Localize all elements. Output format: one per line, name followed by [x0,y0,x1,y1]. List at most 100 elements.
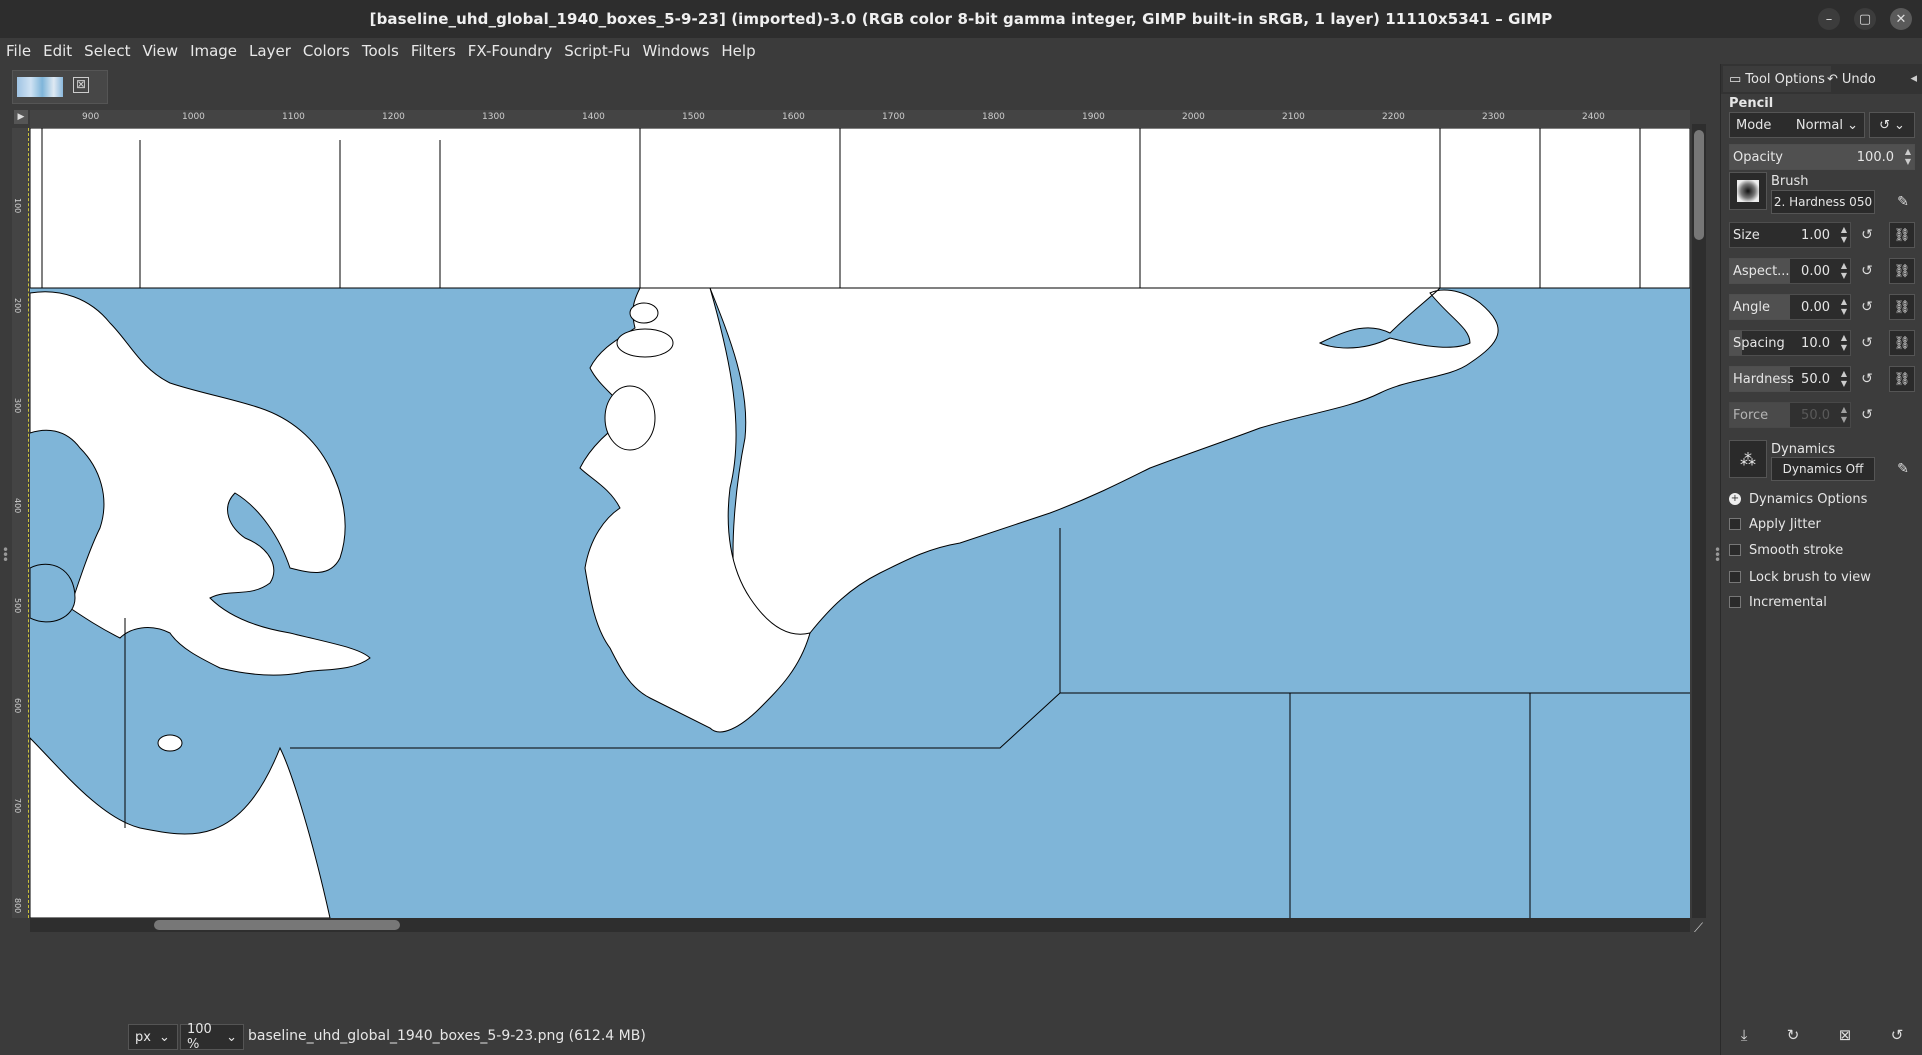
apply-jitter-label: Apply Jitter [1749,516,1821,532]
spin-arrows-icon[interactable]: ▲ ▼ [1905,147,1911,167]
spacing-slider[interactable]: Spacing 10.0 ▲ ▼ [1729,330,1851,356]
smooth-stroke-label: Smooth stroke [1749,542,1844,558]
reset-size-icon[interactable]: ↺ [1857,225,1877,245]
window-title: [baseline_uhd_global_1940_boxes_5-9-23] … [369,10,1553,28]
size-value: 1.00 [1801,228,1830,243]
reset-angle-icon[interactable]: ↺ [1857,297,1877,317]
dynamics-name-field[interactable]: Dynamics Off [1771,457,1875,481]
lock-brush-checkbox[interactable]: Lock brush to view [1729,567,1871,587]
undo-icon: ↶ [1827,71,1838,87]
menu-windows[interactable]: Windows [636,42,715,60]
reset-hardness-icon[interactable]: ↺ [1857,369,1877,389]
spin-arrows-icon[interactable]: ▲ ▼ [1841,261,1847,281]
reset-options-icon[interactable]: ↺ [1891,1026,1904,1044]
menu-help[interactable]: Help [715,42,761,60]
link-size-icon[interactable]: ⛓ [1889,222,1915,248]
force-label: Force [1733,408,1769,423]
menu-image[interactable]: Image [184,42,243,60]
tab-undo-label: Undo [1841,71,1876,87]
menu-file[interactable]: File [0,42,37,60]
vertical-ruler[interactable]: 100 200 300 400 500 600 700 800 [12,128,29,918]
reset-spacing-icon[interactable]: ↺ [1857,333,1877,353]
aspect-slider[interactable]: Aspect... 0.00 ▲ ▼ [1729,258,1851,284]
chevron-down-icon: ⌄ [158,1029,170,1045]
maximize-button[interactable]: ▢ [1854,8,1876,30]
brush-name-field[interactable]: 2. Hardness 050 [1771,190,1875,214]
vertical-scroll-thumb[interactable] [1694,130,1704,240]
apply-jitter-checkbox[interactable]: Apply Jitter [1729,514,1821,534]
opacity-slider[interactable]: Opacity 100.0 ▲ ▼ [1729,144,1915,170]
mode-dropdown[interactable]: Mode Normal ⌄ [1729,112,1865,138]
island-small-1 [604,385,656,451]
quick-mask-toggle[interactable]: ▶ [14,110,28,124]
arctic-land-band [30,128,1690,289]
aspect-value: 0.00 [1801,264,1830,279]
restore-options-icon[interactable]: ↻ [1787,1026,1800,1044]
checkbox-icon [1729,544,1741,556]
delete-options-icon[interactable]: ⊠ [1839,1026,1852,1044]
brush-preview[interactable] [1729,172,1767,210]
dynamics-preview[interactable]: ⁂ [1729,440,1767,478]
reset-aspect-icon[interactable]: ↺ [1857,261,1877,281]
menu-filters[interactable]: Filters [405,42,462,60]
menu-tools[interactable]: Tools [356,42,405,60]
panel-menu-icon[interactable]: ◂ [1910,71,1917,86]
link-angle-icon[interactable]: ⛓ [1889,294,1915,320]
tool-options-panel: ▭ Tool Options ↶ Undo ◂ Pencil Mode Norm… [1720,64,1922,1055]
smooth-stroke-checkbox[interactable]: Smooth stroke [1729,540,1843,560]
menu-edit[interactable]: Edit [37,42,78,60]
menu-select[interactable]: Select [78,42,136,60]
image-tab[interactable]: ⊠ [12,70,108,104]
tab-undo[interactable]: ↶ Undo [1821,66,1882,92]
spin-arrows-icon[interactable]: ▲ ▼ [1841,369,1847,389]
link-hardness-icon[interactable]: ⛓ [1889,366,1915,392]
tab-close-icon[interactable]: ⊠ [73,77,89,93]
link-spacing-icon[interactable]: ⛓ [1889,330,1915,356]
reset-force-icon[interactable]: ↺ [1857,405,1877,425]
menu-fx-foundry[interactable]: FX-Foundry [462,42,558,60]
chevron-down-icon: ⌄ [226,1029,237,1045]
spin-arrows-icon[interactable]: ▲ ▼ [1841,405,1847,425]
image-canvas[interactable] [30,128,1690,918]
force-slider[interactable]: Force 50.0 ▲ ▼ [1729,402,1851,428]
link-aspect-icon[interactable]: ⛓ [1889,258,1915,284]
mode-value: Normal ⌄ [1795,117,1858,133]
edit-dynamics-icon[interactable]: ✎ [1893,459,1913,479]
ruler-tick-label: 1200 [382,112,405,122]
angle-slider[interactable]: Angle 0.00 ▲ ▼ [1729,294,1851,320]
save-options-icon[interactable]: ⤓ [1741,1026,1748,1044]
horizontal-ruler[interactable]: 900 1000 1100 1200 1300 1400 1500 1600 1700 1800 1… [30,110,1690,129]
ruler-tick-label: 1900 [1082,112,1105,122]
left-dock-handle[interactable]: • • • [2,544,9,566]
dynamics-options-expander[interactable]: + Dynamics Options [1729,489,1867,509]
horizontal-scroll-thumb[interactable] [154,920,400,930]
dynamics-options-label: Dynamics Options [1749,491,1868,507]
edit-brush-icon[interactable]: ✎ [1893,192,1913,212]
spacing-value: 10.0 [1801,336,1830,351]
spin-arrows-icon[interactable]: ▲ ▼ [1841,333,1847,353]
spin-arrows-icon[interactable]: ▲ ▼ [1841,225,1847,245]
tab-tool-options[interactable]: ▭ Tool Options [1723,66,1831,92]
menu-layer[interactable]: Layer [243,42,297,60]
minimize-button[interactable]: – [1818,8,1840,30]
incremental-checkbox[interactable]: Incremental [1729,592,1827,612]
mode-reset-dropdown[interactable]: ↺ ⌄ [1869,112,1915,138]
unit-selector[interactable]: px ⌄ [128,1024,178,1050]
zoom-selector[interactable]: 100 % ⌄ [180,1022,244,1052]
menu-view[interactable]: View [136,42,184,60]
menu-script-fu[interactable]: Script-Fu [558,42,636,60]
chevron-down-icon: ⌄ [1894,117,1905,133]
ruler-tick-label: 2100 [1282,112,1305,122]
close-button[interactable]: ✕ [1890,8,1912,30]
hardness-slider[interactable]: Hardness 50.0 ▲ ▼ [1729,366,1851,392]
vertical-scrollbar[interactable] [1692,124,1706,918]
ruler-tick-label: 100 [13,198,22,214]
hardness-label: Hardness [1733,372,1794,387]
size-slider[interactable]: Size 1.00 ▲ ▼ [1729,222,1851,248]
navigate-icon[interactable]: ⟋ [1694,922,1708,936]
spin-arrows-icon[interactable]: ▲ ▼ [1841,297,1847,317]
size-label: Size [1733,228,1760,243]
horizontal-scrollbar[interactable] [30,918,1690,932]
tool-options-icon: ▭ [1729,71,1742,87]
menu-colors[interactable]: Colors [297,42,356,60]
